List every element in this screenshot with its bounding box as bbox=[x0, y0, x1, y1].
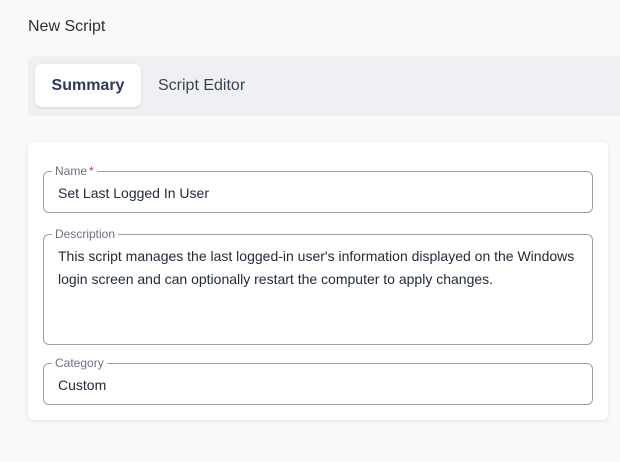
category-field[interactable]: Category Custom bbox=[43, 356, 593, 405]
category-field-value: Custom bbox=[58, 377, 107, 393]
description-field-label: Description bbox=[52, 227, 119, 241]
page-title: New Script bbox=[28, 18, 106, 35]
summary-card: Name * Set Last Logged In User Descriptio… bbox=[28, 142, 608, 420]
category-field-label: Category bbox=[52, 356, 107, 370]
tab-script-editor[interactable]: Script Editor bbox=[142, 64, 261, 107]
description-field-value: This script manages the last logged-in u… bbox=[58, 248, 575, 287]
required-mark: * bbox=[89, 164, 94, 178]
tab-bar: Summary Script Editor bbox=[28, 56, 620, 116]
name-field-label: Name * bbox=[52, 164, 97, 178]
name-field[interactable]: Name * Set Last Logged In User bbox=[43, 164, 593, 213]
tab-summary[interactable]: Summary bbox=[35, 64, 141, 107]
name-field-value: Set Last Logged In User bbox=[58, 185, 209, 201]
description-field[interactable]: Description This script manages the last… bbox=[43, 227, 593, 345]
